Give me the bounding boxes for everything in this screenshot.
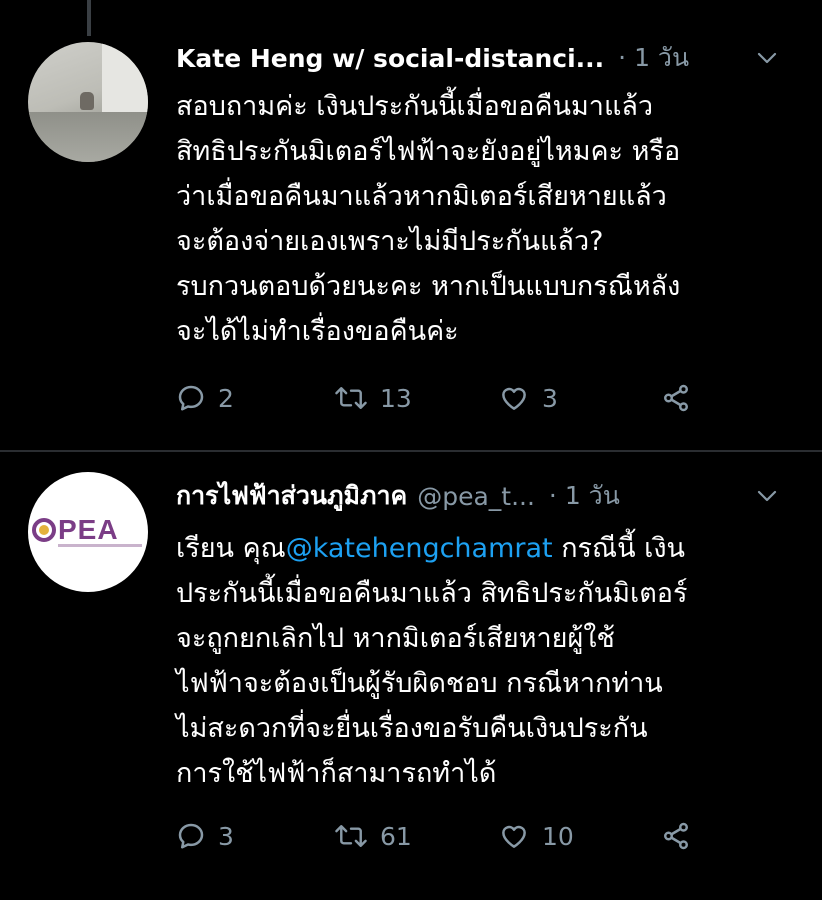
- retweet-icon: [334, 383, 368, 413]
- avatar-photo-floor: [28, 112, 148, 162]
- pea-logo-mark: [32, 518, 56, 542]
- tweet-text: เรียน คุณ@katehengchamrat กรณีนี้ เงิน ป…: [176, 526, 806, 796]
- avatar-photo-wall: [102, 42, 148, 112]
- share-icon: [660, 383, 692, 413]
- retweet-button[interactable]: 13: [334, 378, 412, 418]
- text-line: เรียน คุณ@katehengchamrat กรณีนี้ เงิน: [176, 533, 685, 564]
- tweet-timestamp[interactable]: · 1 วัน: [618, 38, 689, 78]
- pea-logo-text: PEA: [58, 514, 119, 545]
- retweet-button[interactable]: 61: [334, 816, 412, 856]
- text-line: ว่าเมื่อขอคืนมาแล้วหากมิเตอร์เสียหายแล้ว: [176, 181, 667, 212]
- text-line: จะถูกยกเลิกไป หากมิเตอร์เสียหายผู้ใช้: [176, 623, 615, 654]
- display-name[interactable]: การไฟฟ้าส่วนภูมิภาค: [176, 476, 407, 516]
- tweet-actions: 3 61 10: [176, 816, 716, 856]
- tweet-text: สอบถามค่ะ เงินประกันนี้เมื่อขอคืนมาแล้ว …: [176, 84, 806, 354]
- text-prefix: เรียน คุณ: [176, 533, 286, 564]
- share-button[interactable]: [660, 816, 692, 856]
- text-line: การใช้ไฟฟ้าก็สามารถทำได้: [176, 758, 497, 789]
- avatar-photo-cat: [80, 92, 94, 110]
- text-line: จะได้ไม่ทำเรื่องขอคืนค่ะ: [176, 316, 459, 347]
- share-button[interactable]: [660, 378, 692, 418]
- reply-icon: [176, 383, 206, 413]
- mention-link[interactable]: @katehengchamrat: [286, 533, 553, 564]
- reply-count: 3: [218, 821, 234, 851]
- tweet-pea[interactable]: PEA การไฟฟ้าส่วนภูมิภาค @pea_t... · 1 วั…: [0, 452, 822, 900]
- text-line: จะต้องจ่ายเองเพราะไม่มีประกันแล้ว?: [176, 226, 604, 257]
- pea-logo-tagline: [58, 544, 142, 547]
- tweet-header: การไฟฟ้าส่วนภูมิภาค @pea_t... · 1 วัน: [176, 476, 782, 516]
- text-line: สิทธิประกันมิเตอร์ไฟฟ้าจะยังอยู่ไหมคะ หร…: [176, 136, 681, 167]
- reply-count: 2: [218, 383, 234, 413]
- reply-icon: [176, 821, 206, 851]
- text-line: ไฟฟ้าจะต้องเป็นผู้รับผิดชอบ กรณีหากท่าน: [176, 668, 663, 699]
- retweet-count: 13: [380, 383, 412, 413]
- chevron-down-icon[interactable]: [752, 481, 782, 511]
- tweet-header: Kate Heng w/ social-distanci... · 1 วัน: [176, 38, 782, 78]
- retweet-icon: [334, 821, 368, 851]
- tweet-actions: 2 13 3: [176, 378, 716, 418]
- text-line: ประกันนี้เมื่อขอคืนมาแล้ว สิทธิประกันมิเ…: [176, 578, 688, 609]
- retweet-count: 61: [380, 821, 412, 851]
- chevron-down-icon[interactable]: [752, 43, 782, 73]
- tweet-kate-heng[interactable]: Kate Heng w/ social-distanci... · 1 วัน …: [0, 0, 822, 450]
- text-line: ไม่สะดวกที่จะยื่นเรื่องขอรับคืนเงินประกั…: [176, 713, 648, 744]
- user-handle[interactable]: @pea_t...: [417, 482, 535, 511]
- like-count: 10: [542, 821, 574, 851]
- display-name[interactable]: Kate Heng w/ social-distanci...: [176, 44, 604, 73]
- text-line: รบกวนตอบด้วยนะคะ หากเป็นแบบกรณีหลัง: [176, 271, 681, 302]
- avatar[interactable]: [28, 42, 148, 162]
- reply-button[interactable]: 2: [176, 378, 234, 418]
- reply-button[interactable]: 3: [176, 816, 234, 856]
- text-line: สอบถามค่ะ เงินประกันนี้เมื่อขอคืนมาแล้ว: [176, 91, 654, 122]
- like-button[interactable]: 3: [498, 378, 558, 418]
- pea-logo: PEA: [32, 512, 144, 552]
- like-icon: [498, 821, 530, 851]
- tweet-timestamp[interactable]: · 1 วัน: [549, 476, 620, 516]
- like-button[interactable]: 10: [498, 816, 574, 856]
- avatar[interactable]: PEA: [28, 472, 148, 592]
- share-icon: [660, 821, 692, 851]
- like-count: 3: [542, 383, 558, 413]
- text-suffix: กรณีนี้ เงิน: [552, 533, 686, 564]
- like-icon: [498, 383, 530, 413]
